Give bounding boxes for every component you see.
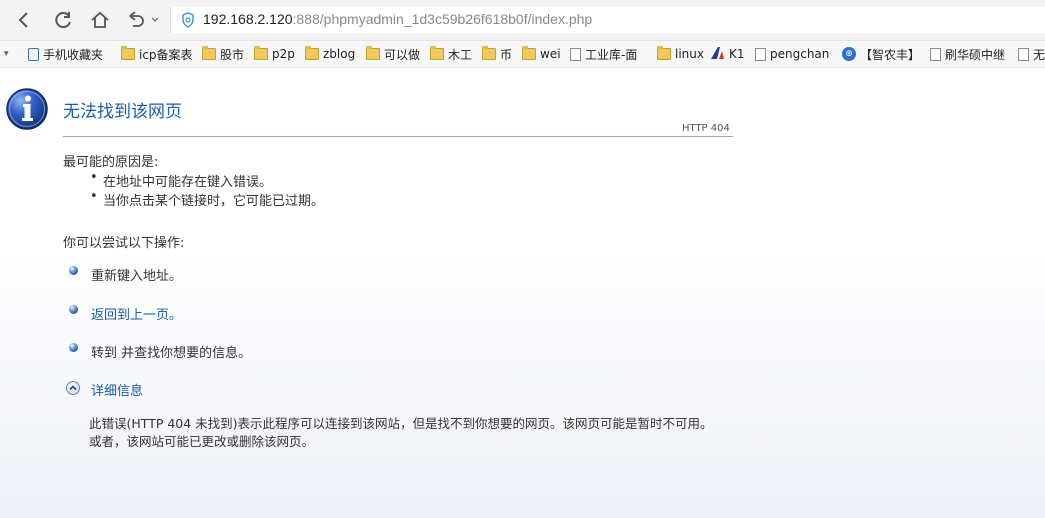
zhinong-icon: ⊕ [842, 47, 856, 61]
folder-icon [482, 46, 496, 60]
causes-heading: 最可能的原因是: [63, 155, 159, 170]
details-toggle-icon[interactable] [66, 381, 80, 395]
page-icon [930, 47, 941, 61]
bullet-ball-icon [69, 266, 78, 275]
page-icon [570, 47, 581, 61]
page-icon [755, 47, 766, 61]
browser-toolbar: 192.168.2.120:888/phpmyadmin_1d3c59b26f6… [0, 0, 1045, 41]
bookmark-item[interactable]: linux [657, 45, 704, 63]
bullet-icon: • [90, 170, 98, 185]
bookmark-item[interactable]: 币 [482, 45, 512, 63]
action-goto-text: 转到 并查找你想要的信息。 [91, 346, 252, 361]
bookmark-label: wei [540, 47, 561, 61]
back-arrow-icon[interactable] [12, 8, 36, 32]
security-shield-icon [181, 12, 195, 32]
bookmark-label: 无 [1033, 47, 1045, 62]
back-to-previous-link[interactable]: 返回到上一页。 [91, 304, 182, 323]
bookmark-label: 木工 [448, 47, 473, 62]
try-heading: 你可以尝试以下操作: [63, 236, 185, 251]
folder-icon [121, 46, 135, 60]
bookmark-item[interactable]: zblog [305, 45, 355, 63]
cause-item: 当你点击某个链接时，它可能已过期。 [103, 194, 325, 209]
bookmark-label: 刷华硕中继 [945, 47, 1006, 62]
bookmark-item[interactable]: ⊕ 【智农丰】 [842, 45, 920, 63]
folder-icon [202, 46, 216, 60]
folder-icon [254, 46, 268, 60]
url-text: 192.168.2.120:888/phpmyadmin_1d3c59b26f6… [203, 11, 592, 27]
folder-icon [430, 46, 444, 60]
bookmark-label: zblog [323, 47, 356, 61]
bookmark-label: 可以做 [384, 47, 421, 62]
undo-icon[interactable] [126, 8, 160, 32]
bookmark-label: 手机收藏夹 [43, 47, 104, 62]
refresh-icon[interactable] [51, 8, 75, 32]
mobile-icon [28, 47, 39, 61]
bookmark-item[interactable]: wei [522, 45, 561, 63]
details-text: 此错误(HTTP 404 未找到)表示此程序可以连接到该网站，但是找不到你想要的… [89, 416, 713, 431]
bookmarks-bar: ▾ 手机收藏夹 icp备案表 股市 p2p zblog 可以做 木工 币 wei… [0, 41, 1045, 68]
bullet-ball-icon [69, 305, 78, 314]
url-path: :888/phpmyadmin_1d3c59b26f618b0f/index.p… [292, 11, 593, 27]
bookmark-label: p2p [272, 47, 295, 61]
page-title: 无法找到该网页 [63, 102, 182, 122]
folder-icon [657, 46, 671, 60]
error-page: 无法找到该网页 HTTP 404 最可能的原因是: • 在地址中可能存在键入错误… [0, 68, 1045, 518]
bookmark-label: 工业库-面 [585, 47, 638, 62]
bookmark-label: linux [675, 47, 704, 61]
folder-icon [522, 46, 536, 60]
action-retype-address: 重新键入地址。 [91, 269, 183, 284]
bookmark-label: 股市 [220, 47, 245, 62]
http-status-code: HTTP 404 [682, 123, 730, 134]
bullet-icon: • [90, 189, 98, 204]
address-bar[interactable]: 192.168.2.120:888/phpmyadmin_1d3c59b26f6… [170, 7, 1045, 33]
bookmark-item[interactable]: icp备案表 [121, 45, 193, 63]
bookmark-label: 【智农丰】 [860, 47, 921, 62]
bookmark-item[interactable]: 股市 [202, 45, 244, 63]
bookmark-item[interactable]: 木工 [430, 45, 472, 63]
home-icon[interactable] [88, 8, 112, 32]
bookmark-label: pengchan [770, 47, 830, 61]
page-icon [1018, 47, 1029, 61]
bookmark-item[interactable]: 工业库-面 [570, 45, 637, 63]
title-divider [63, 136, 733, 137]
bookmark-label: K1 [729, 47, 745, 61]
bookmark-item[interactable]: 手机收藏夹 [28, 45, 103, 63]
folder-icon [366, 46, 380, 60]
details-text: 或者，该网站可能已更改或删除该网页。 [89, 434, 315, 449]
cause-item: 在地址中可能存在键入错误。 [103, 175, 273, 190]
folder-icon [305, 46, 319, 60]
bookmark-item[interactable]: 可以做 [366, 45, 420, 63]
url-host: 192.168.2.120 [203, 11, 293, 27]
bookmark-item[interactable]: p2p [254, 45, 295, 63]
bookmark-label: icp备案表 [139, 47, 193, 62]
bookmarks-menu-chevron-icon[interactable]: ▾ [4, 45, 9, 63]
bookmark-item[interactable]: 无 [1018, 45, 1045, 63]
bookmark-item[interactable]: K1 [710, 45, 745, 63]
k1-logo-icon [710, 46, 725, 63]
bookmark-item[interactable]: 刷华硕中继 [930, 45, 1005, 63]
info-icon [5, 87, 49, 131]
bullet-ball-icon [69, 343, 78, 352]
details-toggle-link[interactable]: 详细信息 [91, 380, 143, 399]
bookmark-label: 币 [500, 47, 513, 62]
bookmark-item[interactable]: pengchan [755, 45, 829, 63]
